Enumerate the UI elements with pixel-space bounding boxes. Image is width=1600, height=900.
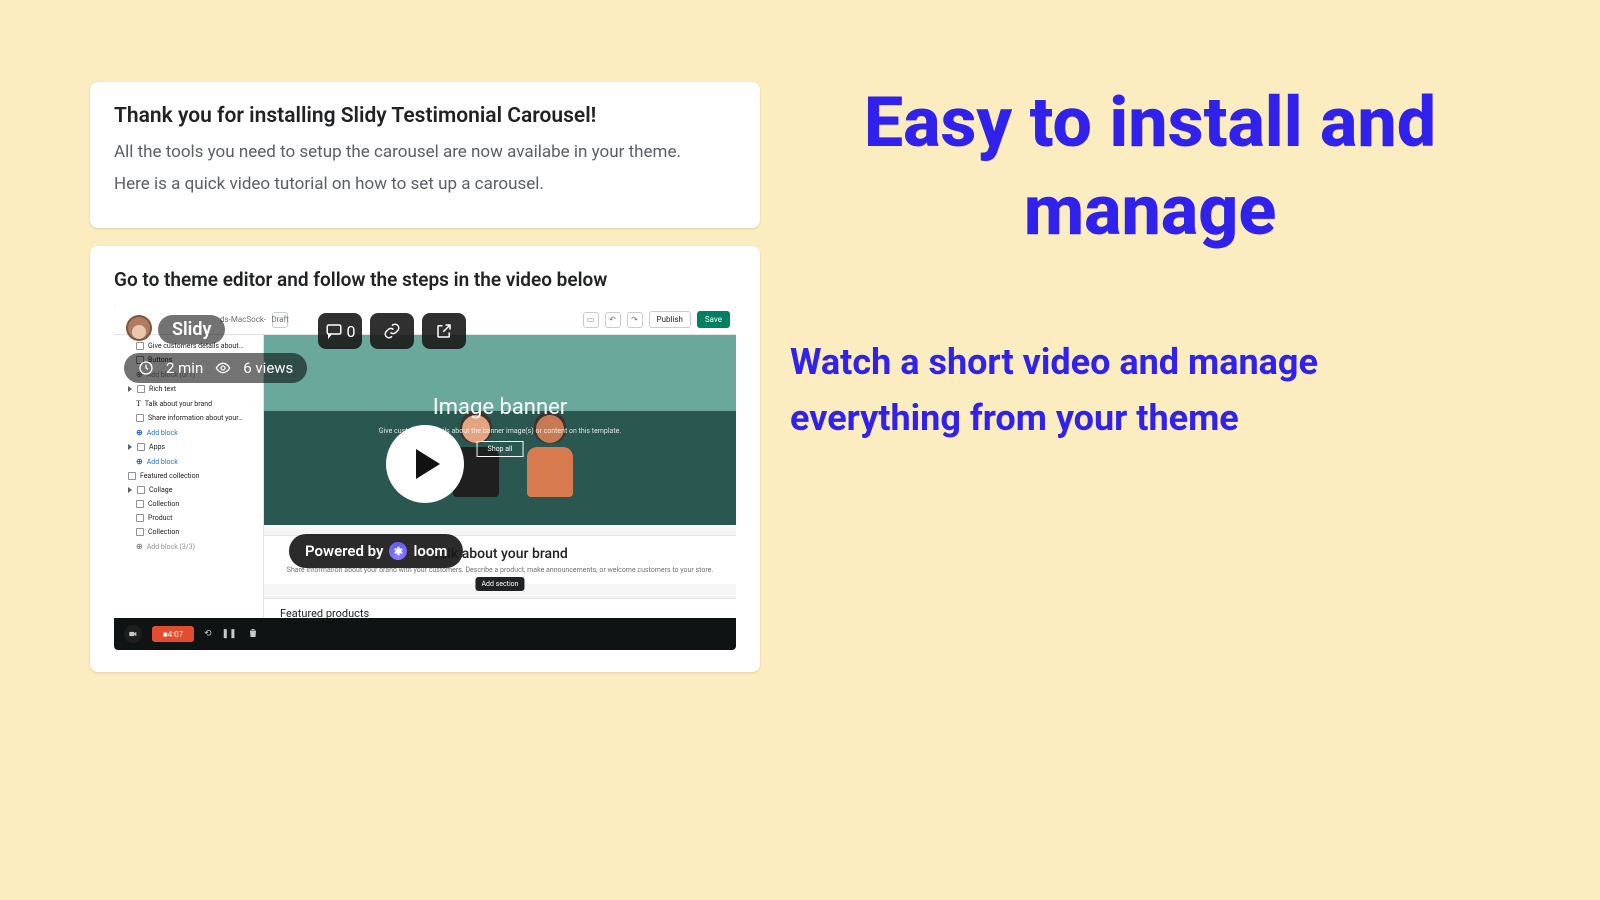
editor-canvas: Image banner Give customers details abou… [264, 335, 736, 650]
list-item[interactable]: Featured collection [114, 469, 263, 483]
loom-embed[interactable]: ds-MacSock- Draft ▭ ↶ ↷ Publish Save Giv… [114, 305, 736, 650]
loom-views: 6 views [243, 359, 293, 377]
left-column: Thank you for installing Slidy Testimoni… [90, 82, 760, 690]
loom-actions: 0 [318, 313, 466, 349]
restart-icon[interactable]: ⟲ [204, 629, 212, 639]
draft-badge: Draft [272, 312, 288, 328]
link-icon [383, 322, 401, 340]
list-item[interactable]: Collection [114, 525, 263, 539]
list-item[interactable]: TTalk about your brand [114, 396, 263, 411]
image-banner: Image banner Give customers details abou… [264, 335, 736, 525]
eye-icon [215, 360, 231, 376]
external-link-icon [435, 322, 453, 340]
loom-title: Slidy [158, 315, 225, 344]
redo-icon[interactable]: ↷ [627, 312, 643, 328]
copy-link-button[interactable] [370, 313, 414, 349]
save-button[interactable]: Save [697, 311, 730, 328]
list-item[interactable]: Share information about your… [114, 411, 263, 425]
loom-duration: 2 min [166, 359, 203, 377]
comment-icon [325, 322, 343, 340]
list-item[interactable]: Rich text [114, 382, 263, 396]
play-button[interactable] [386, 425, 464, 503]
list-item[interactable]: Product [114, 511, 263, 525]
loom-meta-chip: 2 min 6 views [124, 353, 307, 383]
intro-card: Thank you for installing Slidy Testimoni… [90, 82, 760, 228]
presenter-avatar [126, 315, 152, 341]
marketing-sub: Watch a short video and manage everythin… [790, 335, 1510, 447]
add-block[interactable]: ⊕Add block [114, 425, 263, 440]
pause-icon[interactable]: ❚❚ [222, 629, 237, 639]
intro-line2: Here is a quick video tutorial on how to… [114, 174, 736, 194]
video-card: Go to theme editor and follow the steps … [90, 246, 760, 672]
undo-icon[interactable]: ↶ [605, 312, 621, 328]
comments-button[interactable]: 0 [318, 313, 362, 349]
list-item[interactable]: Collage [114, 483, 263, 497]
breadcrumb: ds-MacSock- [220, 315, 266, 324]
list-item[interactable]: Apps [114, 440, 263, 454]
camera-icon[interactable] [124, 625, 142, 643]
shop-all-button[interactable]: Shop all [477, 441, 524, 457]
loom-bottom-controls: ■ 4:07 ⟲ ❚❚ [114, 618, 736, 650]
loom-logo-icon [389, 542, 407, 560]
device-desktop-icon[interactable]: ▭ [583, 312, 599, 328]
publish-button[interactable]: Publish [649, 311, 691, 328]
add-block[interactable]: ⊕Add block (3/3) [114, 539, 263, 554]
add-section-button[interactable]: Add section [475, 577, 524, 591]
marketing-block: Easy to install and manage Watch a short… [790, 80, 1510, 447]
open-external-button[interactable] [422, 313, 466, 349]
rec-timestamp: ■ 4:07 [152, 626, 194, 642]
banner-title: Image banner [264, 395, 736, 420]
list-item[interactable]: Collection [114, 497, 263, 511]
banner-sub: Give customers details about the banner … [264, 427, 736, 435]
clock-icon [138, 360, 154, 376]
marketing-headline: Easy to install and manage [790, 80, 1510, 255]
intro-line1: All the tools you need to setup the caro… [114, 142, 736, 162]
powered-by-loom-badge[interactable]: Powered by loom [289, 534, 463, 568]
add-block[interactable]: ⊕Add block [114, 454, 263, 469]
video-card-heading: Go to theme editor and follow the steps … [114, 268, 736, 291]
intro-title: Thank you for installing Slidy Testimoni… [114, 104, 736, 128]
trash-icon[interactable] [247, 627, 259, 642]
